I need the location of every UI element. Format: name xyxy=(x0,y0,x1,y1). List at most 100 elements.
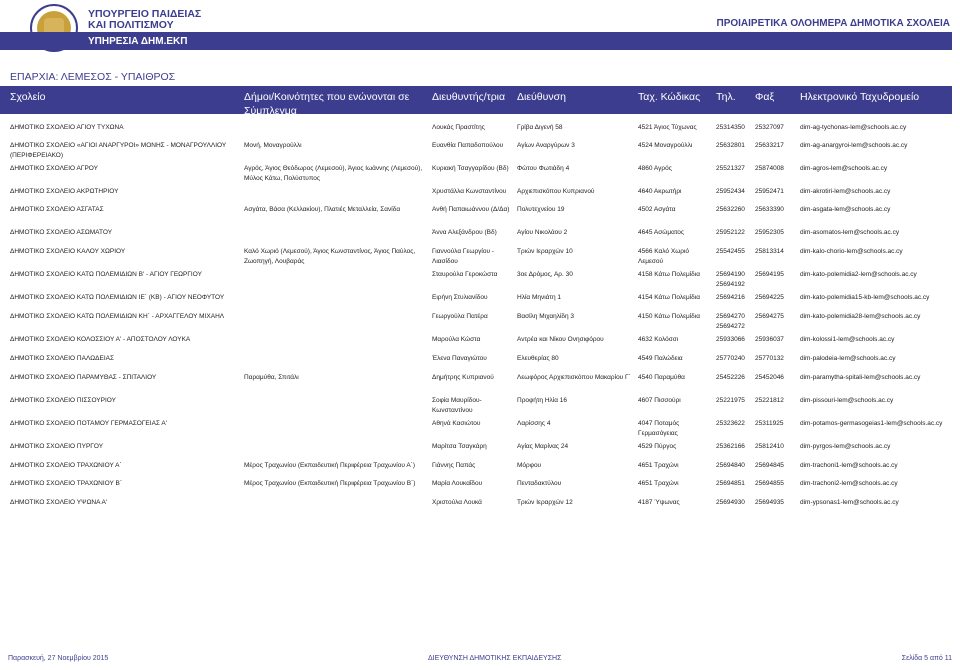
footer-date: Παρασκευή, 27 Νοεμβρίου 2015 xyxy=(8,655,109,662)
cell-address: Προφήτη Ηλία 16 xyxy=(517,397,568,404)
cell-head: Γιαννούλα Γεωργίου - Λιασίδου xyxy=(432,248,494,265)
cell-school: ΔΗΜΟΤΙΚΟ ΣΧΟΛΕΙΟ ΠΟΤΑΜΟΥ ΓΕΡΜΑΣΟΓΕΙΑΣ Α' xyxy=(10,420,167,427)
cell-fax: 25694855 xyxy=(755,480,784,487)
cell-postal: 4524 Μοναγρούλλι xyxy=(638,142,693,149)
cell-postal: 4566 Καλό Χωριό Λεμεσού xyxy=(638,248,690,265)
cell-fax: 25694845 xyxy=(755,462,784,469)
cell-address: Αγίας Μαρίνας 24 xyxy=(517,443,569,450)
cell-address: Βασίλη Μιχαηλίδη 3 xyxy=(517,313,575,320)
cell-fax: 25770132 xyxy=(755,355,784,362)
cell-communities: Καλό Χωριό (Λεμεσού), Άγιος Κωνσταντίνος… xyxy=(244,248,416,265)
cell-postal: 4632 Κολόσσι xyxy=(638,336,679,343)
region-title: ΕΠΑΡΧΙΑ: ΛΕΜΕΣΟΣ - ΥΠΑΙΘΡΟΣ xyxy=(10,71,176,83)
footer-department: ΔΙΕΥΘΥΝΣΗ ΔΗΜΟΤΙΚΗΣ ΕΚΠΑΙΔΕΥΣΗΣ xyxy=(428,655,562,662)
cell-head: Έλενα Παναγιώτου xyxy=(432,355,487,362)
cell-fax: 25452046 xyxy=(755,374,784,381)
cell-postal: 4150 Κάτω Πολεμίδια xyxy=(638,313,700,320)
cell-phone: 25694840 xyxy=(716,462,745,469)
cell-phone: 25521327 xyxy=(716,165,745,172)
cell-school: ΔΗΜΟΤΙΚΟ ΣΧΟΛΕΙΟ ΑΣΩΜΑΤΟΥ xyxy=(10,229,113,236)
service-name: ΥΠΗΡΕΣΙΑ ΔΗΜ.ΕΚΠ xyxy=(88,36,188,47)
cell-address: Αγίου Νικολάου 2 xyxy=(517,229,568,236)
col-email: Ηλεκτρονικό Ταχυδρομείο xyxy=(800,91,920,103)
cell-head: Γεωργούλα Πατέρα xyxy=(432,313,488,320)
col-communities: Δήμοι/Κοινότητες που ενώνονται σε Σύμπλε… xyxy=(244,91,410,117)
cell-phone: 25314350 xyxy=(716,124,745,131)
cell-postal: 4502 Ασγάτα xyxy=(638,206,676,213)
cell-address: Λεωφόρος Αρχιεπισκόπου Μακαρίου Γ΄ xyxy=(517,374,631,381)
cell-email: dim-asgata-lem@schools.ac.cy xyxy=(800,206,891,213)
cell-school: ΔΗΜΟΤΙΚΟ ΣΧΟΛΕΙΟ ΑΓΡΟΥ xyxy=(10,165,98,172)
col-school: Σχολείο xyxy=(10,91,46,103)
cell-school: ΔΗΜΟΤΙΚΟ ΣΧΟΛΕΙΟ ΚΑΛΟΥ ΧΩΡΙΟΥ xyxy=(10,248,126,255)
cell-head: Κυριακή Τσαγγαρίδου (Βδ) xyxy=(432,165,509,172)
cell-postal: 4540 Παραμύθα xyxy=(638,374,685,381)
cell-postal: 4154 Κάτω Πολεμίδια xyxy=(638,294,700,301)
cell-head: Λουκάς Πραστίτης xyxy=(432,124,485,131)
cell-communities: Μονή, Μοναγρούλλι xyxy=(244,142,302,149)
cell-address: Πολυτεχνείου 19 xyxy=(517,206,565,213)
cell-address: 3οε Δρόμος, Αρ. 30 xyxy=(517,271,573,278)
cell-communities: Αγρός, Άγιος Θεόδωρος (Λεμεσού), Άγιος Ι… xyxy=(244,165,423,182)
cell-school: ΔΗΜΟΤΙΚΟ ΣΧΟΛΕΙΟ ΠΙΣΣΟΥΡΙΟΥ xyxy=(10,397,116,404)
cell-head: Μαρούλα Κώστα xyxy=(432,336,481,343)
cell-phone: 25694216 xyxy=(716,294,745,301)
cell-school: ΔΗΜΟΤΙΚΟ ΣΧΟΛΕΙΟ ΚΟΛΟΣΣΙΟΥ Α' - ΑΠΟΣΤΟΛΟ… xyxy=(10,336,191,343)
col-postal: Ταχ. Κώδικας xyxy=(638,91,701,103)
cell-school: ΔΗΜΟΤΙΚΟ ΣΧΟΛΕΙΟ ΤΡΑΧΩΝΙΟΥ Β΄ xyxy=(10,480,123,487)
cell-school: ΔΗΜΟΤΙΚΟ ΣΧΟΛΕΙΟ ΑΓΙΟΥ ΤΥΧΩΝΑ xyxy=(10,124,124,131)
cell-head: Μαρία Λουκαΐδου xyxy=(432,480,483,487)
cell-email: dim-kolossi1-lem@schools.ac.cy xyxy=(800,336,895,343)
cell-phone: 25694270 25694272 xyxy=(716,313,745,330)
cell-email: dim-akrotiri-lem@schools.ac.cy xyxy=(800,188,891,195)
cell-address: Τριών Ιεραρχών 12 xyxy=(517,499,573,506)
cell-communities: Ασγάτα, Βάσα (Κελλακίου), Πλατιές Μεταλλ… xyxy=(244,206,401,213)
cell-postal: 4529 Πύργος xyxy=(638,443,677,450)
col-fax: Φαξ xyxy=(755,91,775,103)
cell-fax: 25812410 xyxy=(755,443,784,450)
cell-phone: 25770240 xyxy=(716,355,745,362)
cell-postal: 4640 Ακρωτήρι xyxy=(638,188,682,195)
cell-head: Άννα Αλεξάνδρου (Βδ) xyxy=(432,229,497,236)
cell-fax: 25952471 xyxy=(755,188,784,195)
cell-school: ΔΗΜΟΤΙΚΟ ΣΧΟΛΕΙΟ ΚΑΤΩ ΠΟΛΕΜΙΔΙΩΝ Β' - ΑΓ… xyxy=(10,271,202,278)
cell-phone: 25694930 xyxy=(716,499,745,506)
cell-communities: Παραμύθα, Σπιτάλι xyxy=(244,374,299,381)
ministry-line-2: ΚΑΙ ΠΟΛΙΤΙΣΜΟΥ xyxy=(88,19,174,31)
col-address: Διεύθυνση xyxy=(517,91,566,103)
cell-communities: Μέρος Τραχωνίου (Εκπαιδευτική Περιφέρεια… xyxy=(244,480,416,487)
cell-email: dim-kato-polemidia28-lem@schools.ac.cy xyxy=(800,313,921,320)
cell-head: Γιάννης Παπάς xyxy=(432,462,476,469)
cell-address: Ελευθερίας 80 xyxy=(517,355,559,362)
cell-email: dim-kalo-chorio-lem@schools.ac.cy xyxy=(800,248,903,255)
cell-school: ΔΗΜΟΤΙΚΟ ΣΧΟΛΕΙΟ ΚΑΤΩ ΠΟΛΕΜΙΔΙΩΝ ΙΕ΄ (ΚΒ… xyxy=(10,294,225,301)
cell-fax: 25327097 xyxy=(755,124,784,131)
cell-fax: 25311925 xyxy=(755,420,784,427)
cell-email: dim-trachoni2-lem@schools.ac.cy xyxy=(800,480,898,487)
cell-head: Σοφία Μαυρίδου-Κωνσταντίνου xyxy=(432,397,482,414)
cell-postal: 4158 Κάτω Πολεμίδια xyxy=(638,271,700,278)
cell-address: Πενταδακτύλου xyxy=(517,480,562,487)
cell-postal: 4651 Τραχώνι xyxy=(638,480,679,487)
cell-postal: 4549 Παλώδεια xyxy=(638,355,683,362)
cell-email: dim-asomatos-lem@schools.ac.cy xyxy=(800,229,900,236)
cell-address: Λαρίσσης 4 xyxy=(517,420,551,427)
cell-phone: 25221975 xyxy=(716,397,745,404)
ministry-name: ΥΠΟΥΡΓΕΙΟ ΠΑΙΔΕΙΑΣ ΚΑΙ ΠΟΛΙΤΙΣΜΟΥ xyxy=(88,9,201,31)
cell-postal: 4860 Αγρός xyxy=(638,165,672,172)
cell-email: dim-ypsonas1-lem@schools.ac.cy xyxy=(800,499,899,506)
cell-phone: 25452226 xyxy=(716,374,745,381)
cell-fax: 25694275 xyxy=(755,313,784,320)
cell-email: dim-potamos-germasogeias1-lem@schools.ac… xyxy=(800,420,943,427)
cell-fax: 25633217 xyxy=(755,142,784,149)
cell-email: dim-paramytha-spitali-lem@schools.ac.cy xyxy=(800,374,921,381)
cell-postal: 4645 Ασώματος xyxy=(638,229,685,236)
footer-page: Σελίδα 5 από 11 xyxy=(901,655,952,662)
cell-phone: 25362166 xyxy=(716,443,745,450)
cell-email: dim-agros-lem@schools.ac.cy xyxy=(800,165,888,172)
cell-phone: 25323622 xyxy=(716,420,745,427)
cell-fax: 25813314 xyxy=(755,248,784,255)
page-header: ΥΠΟΥΡΓΕΙΟ ΠΑΙΔΕΙΑΣ ΚΑΙ ΠΟΛΙΤΙΣΜΟΥ ΥΠΗΡΕΣ… xyxy=(0,0,960,62)
cell-postal: 4521 Άγιος Τύχωνας xyxy=(638,124,697,131)
cell-school: ΔΗΜΟΤΙΚΟ ΣΧΟΛΕΙΟ ΑΚΡΩΤΗΡΙΟΥ xyxy=(10,188,119,195)
